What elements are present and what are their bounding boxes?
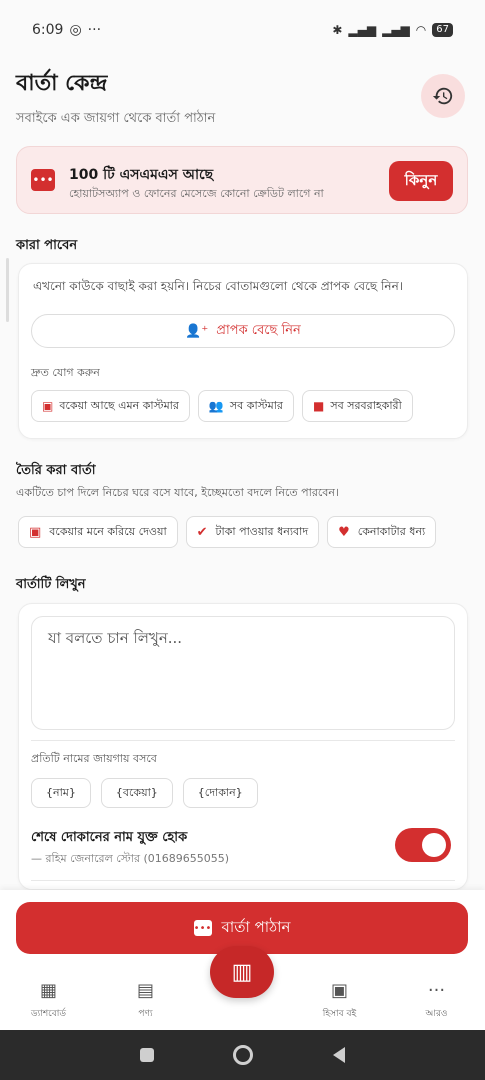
placeholder-shop[interactable]: {দোকান} — [182, 778, 258, 808]
system-navigation-bar — [0, 1030, 485, 1080]
cash-register-icon: ▥ — [231, 959, 253, 985]
nav-label: ড্যাশবোর্ড — [30, 1008, 67, 1019]
placeholder-chips: {নাম} {বকেয়া} {দোকান} — [31, 778, 258, 808]
status-bar: 6:09 ◎ ··· ✱ ▂▄▆ ▂▄▆ ◠ 67 — [0, 0, 485, 60]
archive-icon: ▤ — [136, 979, 154, 1001]
placeholder-help-label: প্রতিটি নামের জায়গায় বসবে — [31, 752, 157, 765]
page-header: বার্তা কেন্দ্র সবাইকে এক জায়গা থেকে বার… — [16, 66, 469, 126]
wifi-icon: ◠ — [415, 23, 427, 37]
no-recipients-text: এখনো কাউকে বাছাই করা হয়নি। নিচের বোতামগ… — [33, 279, 404, 293]
pick-recipients-label: প্রাপক বেছে নিন — [216, 322, 301, 338]
dashboard-icon: ▦ — [39, 979, 57, 1001]
placeholder-due[interactable]: {বকেয়া} — [100, 778, 173, 808]
template-label: টাকা পাওয়ার ধন্যবাদ — [215, 524, 309, 538]
signal-icon: ▂▄▆ — [348, 23, 377, 37]
page-title: বার্তা কেন্দ্র — [16, 71, 108, 96]
scroll-indicator — [6, 258, 9, 322]
template-label: বকেয়ার মনে করিয়ে দেওয়া — [49, 524, 167, 538]
verified-icon: ✔ — [196, 524, 208, 540]
bluetooth-icon: ✱ — [332, 23, 343, 37]
back-button[interactable] — [333, 1047, 346, 1063]
nav-more[interactable]: ··· আরও — [388, 970, 485, 1030]
placeholder-name[interactable]: {নাম} — [31, 778, 91, 808]
quick-add-row: ▣ বকেয়া আছে এমন কাস্টমার 👥 সব কাস্টমার … — [31, 390, 455, 422]
template-list: ▣ বকেয়ার মনে করিয়ে দেওয়া ✔ টাকা পাওয়… — [18, 516, 485, 550]
recent-apps-button[interactable] — [139, 1048, 154, 1062]
buy-button[interactable]: কিনুন — [389, 161, 453, 201]
history-button[interactable] — [421, 74, 465, 118]
nav-dashboard[interactable]: ▦ ড্যাশবোর্ড — [0, 970, 97, 1030]
nav-label: হিসাব বই — [322, 1008, 357, 1019]
chip-label: সব সরবরাহকারী — [330, 398, 402, 412]
compose-label: বার্তাটি লিখুন — [16, 577, 86, 592]
sms-credit-title: 100 টি এসএমএস আছে — [69, 167, 214, 183]
nav-label: আরও — [425, 1008, 448, 1019]
chip-label: বকেয়া আছে এমন কাস্টমার — [59, 398, 179, 412]
divider — [31, 740, 455, 741]
whatsapp-icon: ◎ — [69, 22, 82, 38]
more-icon: ··· — [427, 979, 446, 1001]
nav-label: পণ্য — [138, 1008, 153, 1019]
more-notifications-icon: ··· — [87, 22, 102, 38]
truck-icon: ■ — [312, 399, 325, 413]
send-label: বার্তা পাঠান — [221, 917, 291, 936]
pick-recipients-button[interactable]: 👤⁺ প্রাপক বেছে নিন — [31, 314, 455, 348]
template-label: কেনাকাটার ধন্য — [357, 524, 426, 538]
templates-label: তৈরি করা বার্তা — [16, 463, 96, 478]
wallet-icon: ▣ — [330, 979, 348, 1001]
template-purchase-thanks[interactable]: ♥ কেনাকাটার ধন্য — [327, 516, 437, 548]
compose-card: যা বলতে চান লিখুন... প্রতিটি নামের জায়গ… — [18, 603, 468, 890]
message-icon: ••• — [193, 920, 212, 936]
toggle-knob — [422, 833, 446, 857]
add-person-icon: 👤⁺ — [185, 323, 209, 339]
quick-add-label: দ্রুত যোগ করুন — [31, 366, 100, 379]
signature-toggle[interactable] — [395, 828, 451, 862]
heart-icon: ♥ — [338, 524, 350, 540]
message-input[interactable]: যা বলতে চান লিখুন... — [31, 616, 455, 730]
signal-icon-2: ▂▄▆ — [382, 23, 410, 37]
sms-credit-subtitle: হোয়াটসঅ্যাপ ও ফোনের মেসেজে কোনো ক্রেডিট… — [69, 187, 324, 200]
nav-ledger[interactable]: ▣ হিসাব বই — [291, 970, 388, 1030]
divider — [31, 880, 455, 881]
recipients-label: কারা পাবেন — [16, 238, 78, 253]
signature-title: শেষে দোকানের নাম যুক্ত হোক — [31, 830, 188, 845]
chip-label: সব কাস্টমার — [229, 398, 283, 412]
sms-icon: ••• — [31, 169, 55, 191]
group-icon: 👥 — [208, 399, 224, 413]
sms-credit-card: ••• 100 টি এসএমএস আছে হোয়াটসঅ্যাপ ও ফোন… — [16, 146, 468, 214]
quick-add-all-suppliers[interactable]: ■ সব সরবরাহকারী — [301, 390, 413, 422]
history-icon — [432, 87, 453, 105]
page-subtitle: সবাইকে এক জায়গা থেকে বার্তা পাঠান — [16, 111, 216, 126]
nav-products[interactable]: ▤ পণ্য — [97, 970, 194, 1030]
battery-icon: 67 — [432, 23, 453, 37]
wallet-icon: ▣ — [29, 524, 42, 540]
templates-description: একটিতে চাপ দিলে নিচের ঘরে বসে যাবে, ইচ্ছ… — [16, 486, 339, 499]
cash-register-button[interactable]: ▥ — [210, 946, 274, 998]
home-button[interactable] — [233, 1045, 254, 1065]
status-time: 6:09 — [32, 22, 64, 38]
quick-add-all-customers[interactable]: 👥 সব কাস্টমার — [197, 390, 294, 422]
wallet-icon: ▣ — [42, 399, 54, 413]
quick-add-due-customers[interactable]: ▣ বকেয়া আছে এমন কাস্টমার — [31, 390, 190, 422]
template-payment-thanks[interactable]: ✔ টাকা পাওয়ার ধন্যবাদ — [185, 516, 320, 548]
template-due-reminder[interactable]: ▣ বকেয়ার মনে করিয়ে দেওয়া — [18, 516, 178, 548]
signature-preview: — রহিম জেনারেল স্টোর (01689655055) — [31, 852, 230, 865]
recipients-card: এখনো কাউকে বাছাই করা হয়নি। নিচের বোতামগ… — [18, 263, 468, 439]
